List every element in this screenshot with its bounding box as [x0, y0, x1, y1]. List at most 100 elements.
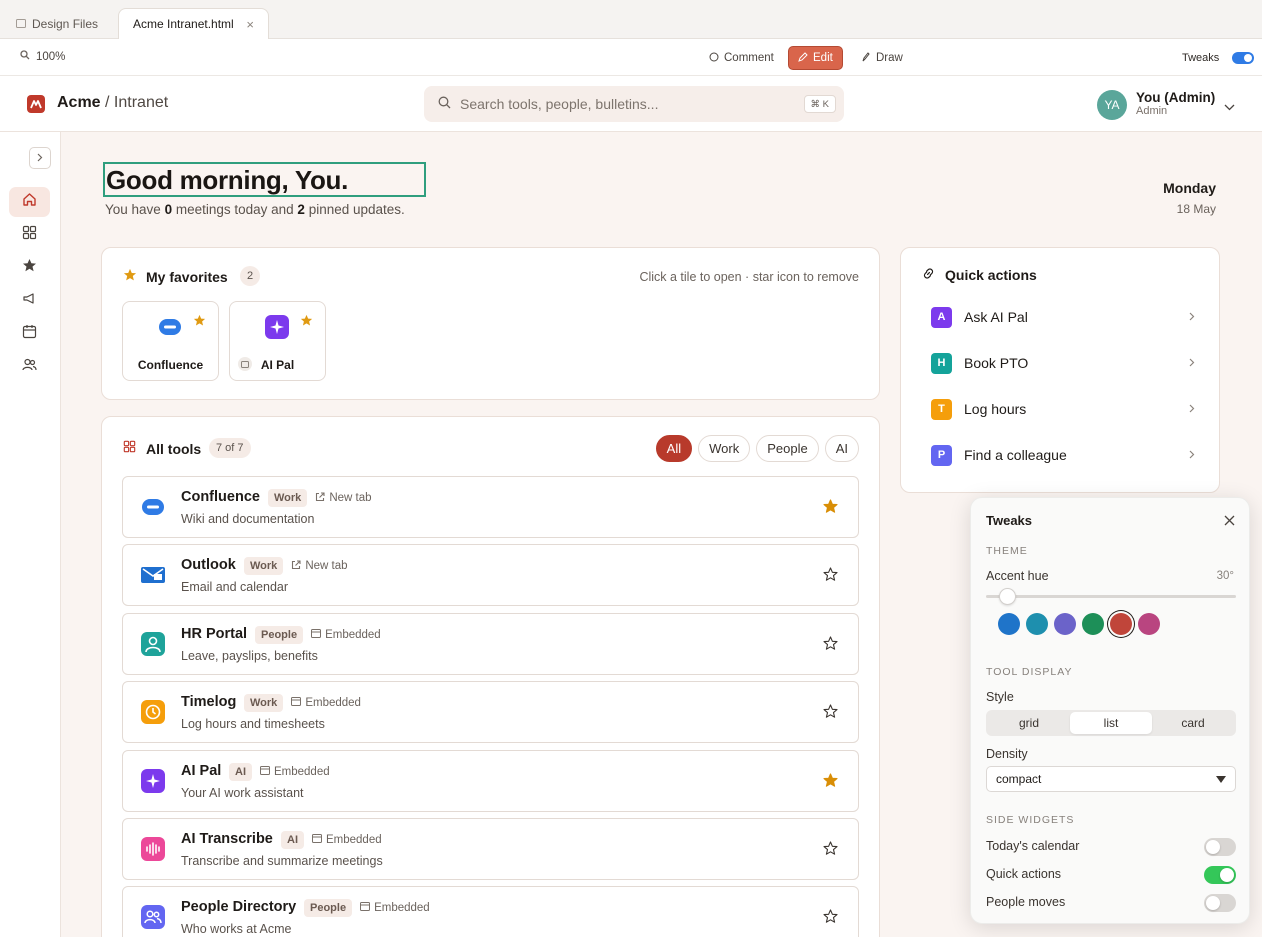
close-icon[interactable]: ×	[246, 17, 254, 32]
all-tools-card: All tools 7 of 7 All Work People AI Conf…	[101, 416, 880, 937]
folder-icon	[16, 17, 26, 31]
meetings-count: 0	[164, 202, 173, 217]
star-outline-icon[interactable]	[823, 909, 838, 929]
tweaks-title: Tweaks	[986, 513, 1033, 528]
accent-swatch[interactable]	[1026, 613, 1048, 635]
tool-meta: People Embedded	[255, 625, 381, 644]
filter-ai[interactable]: AI	[824, 435, 859, 462]
greeting-subtitle: You have 0 meetings today and 2 pinned u…	[105, 202, 405, 217]
filter-people[interactable]: People	[756, 435, 819, 462]
user-name[interactable]: You (Admin)	[1136, 90, 1215, 105]
comment-button[interactable]: Comment	[700, 46, 783, 70]
quick-actions-title: Quick actions	[945, 267, 1037, 283]
star-filled-icon[interactable]	[823, 499, 838, 519]
accent-swatch[interactable]	[1054, 613, 1076, 635]
style-option-card[interactable]: card	[1152, 712, 1234, 734]
favorite-tile-ai-pal[interactable]: AI Pal	[229, 301, 326, 381]
favorite-tile-confluence[interactable]: Confluence	[122, 301, 219, 381]
sidebar-item-people[interactable]	[9, 352, 50, 382]
star-filled-icon[interactable]	[300, 314, 313, 332]
quick-action-label: Log hours	[964, 401, 1027, 417]
star-filled-icon[interactable]	[823, 773, 838, 793]
tool-name: Outlook	[181, 557, 236, 574]
style-option-grid[interactable]: grid	[988, 712, 1070, 734]
side-widgets-heading: SIDE WIDGETS	[986, 814, 1075, 826]
sidebar-expand-button[interactable]	[29, 147, 51, 169]
star-outline-icon[interactable]	[823, 636, 838, 656]
caret-down-icon	[1216, 776, 1226, 783]
table-row[interactable]: People Directory People Embedded Who works …	[122, 886, 859, 937]
chevron-right-icon	[1189, 446, 1195, 464]
tool-description: Your AI work assistant	[181, 785, 304, 800]
favorite-tile-label: AI Pal	[260, 358, 295, 372]
sidebar-item-favorites[interactable]	[9, 253, 50, 283]
quick-action-item[interactable]: P Find a colleague	[921, 435, 1203, 475]
quick-action-badge: P	[931, 444, 952, 466]
table-row[interactable]: Confluence Work New tab Wiki and documentat…	[122, 476, 859, 538]
style-segmented-control: grid list card	[986, 710, 1236, 736]
edit-button[interactable]: Edit	[788, 46, 843, 70]
widget-toggle[interactable]	[1204, 838, 1236, 856]
accent-swatch[interactable]	[1110, 613, 1132, 635]
slider-handle[interactable]	[998, 588, 1016, 605]
star-outline-icon[interactable]	[823, 841, 838, 861]
tool-meta: AI Embedded	[229, 762, 330, 781]
favorite-tile-label: Confluence	[137, 358, 204, 372]
accent-swatch[interactable]	[1082, 613, 1104, 635]
widget-toggle[interactable]	[1204, 894, 1236, 912]
accent-hue-slider[interactable]	[986, 588, 1236, 605]
quick-action-item[interactable]: T Log hours	[921, 389, 1203, 429]
star-filled-icon[interactable]	[193, 314, 206, 332]
tool-description: Log hours and timesheets	[181, 717, 325, 732]
search-icon	[20, 50, 30, 63]
chevron-right-icon	[1189, 354, 1195, 372]
filter-all[interactable]: All	[655, 435, 693, 462]
sidebar-item-bulletins[interactable]	[9, 286, 50, 316]
acme-logo-icon[interactable]	[27, 95, 45, 113]
tool-open-mode-label: Embedded	[374, 902, 430, 915]
tab-acme-intranet[interactable]: Acme Intranet.html ×	[118, 8, 269, 39]
star-outline-icon[interactable]	[823, 704, 838, 724]
quick-action-item[interactable]: A Ask AI Pal	[921, 297, 1203, 337]
avatar[interactable]: YA	[1097, 90, 1127, 120]
chevron-right-icon	[1189, 308, 1195, 326]
table-row[interactable]: Timelog Work Embedded Log hours and timeshe…	[122, 681, 859, 744]
quick-action-item[interactable]: H Book PTO	[921, 343, 1203, 383]
sidebar-item-home[interactable]	[9, 187, 50, 217]
draw-label: Draw	[876, 52, 903, 64]
tweaks-toggle[interactable]	[1232, 52, 1254, 64]
sidebar-item-calendar[interactable]	[9, 319, 50, 349]
star-outline-icon[interactable]	[823, 567, 838, 587]
chevron-down-icon[interactable]	[1224, 98, 1235, 116]
tab-design-files[interactable]: Design Files	[16, 8, 98, 39]
confluence-icon	[141, 495, 165, 519]
greeting-text: meetings today and	[172, 202, 298, 217]
draw-button[interactable]: Draw	[852, 46, 912, 70]
zoom-control[interactable]: 100%	[20, 50, 65, 63]
global-search: ⌘ K	[424, 86, 844, 122]
tool-description: Leave, payslips, benefits	[181, 648, 318, 663]
current-date: 18 May	[1176, 202, 1216, 216]
search-input[interactable]	[460, 94, 790, 114]
close-icon[interactable]	[1224, 513, 1235, 531]
tool-name: Timelog	[181, 694, 237, 711]
accent-swatch[interactable]	[1138, 613, 1160, 635]
embedded-icon	[360, 902, 371, 914]
widget-toggle[interactable]	[1204, 866, 1236, 884]
filter-work[interactable]: Work	[698, 435, 751, 462]
search-icon	[438, 96, 451, 114]
accent-swatch[interactable]	[998, 613, 1020, 635]
sidebar-item-tools[interactable]	[9, 220, 50, 250]
style-option-list[interactable]: list	[1070, 712, 1152, 734]
density-select[interactable]: compact	[986, 766, 1236, 792]
tool-filters: All Work People AI	[655, 435, 859, 462]
tool-name: People Directory	[181, 899, 297, 916]
quick-actions-card: Quick actions A Ask AI Pal H Book PTO T Log h…	[900, 247, 1220, 493]
embedded-icon	[311, 628, 322, 641]
density-value: compact	[996, 772, 1042, 786]
tool-open-mode: Embedded	[360, 902, 430, 914]
table-row[interactable]: Outlook Work New tab Email and calendar	[122, 544, 859, 607]
table-row[interactable]: HR Portal People Embedded Leave, payslips, …	[122, 612, 859, 675]
table-row[interactable]: AI Pal AI Embedded Your AI work assistant	[122, 749, 859, 812]
table-row[interactable]: AI Transcribe AI Embedded Transcribe and su…	[122, 818, 859, 880]
